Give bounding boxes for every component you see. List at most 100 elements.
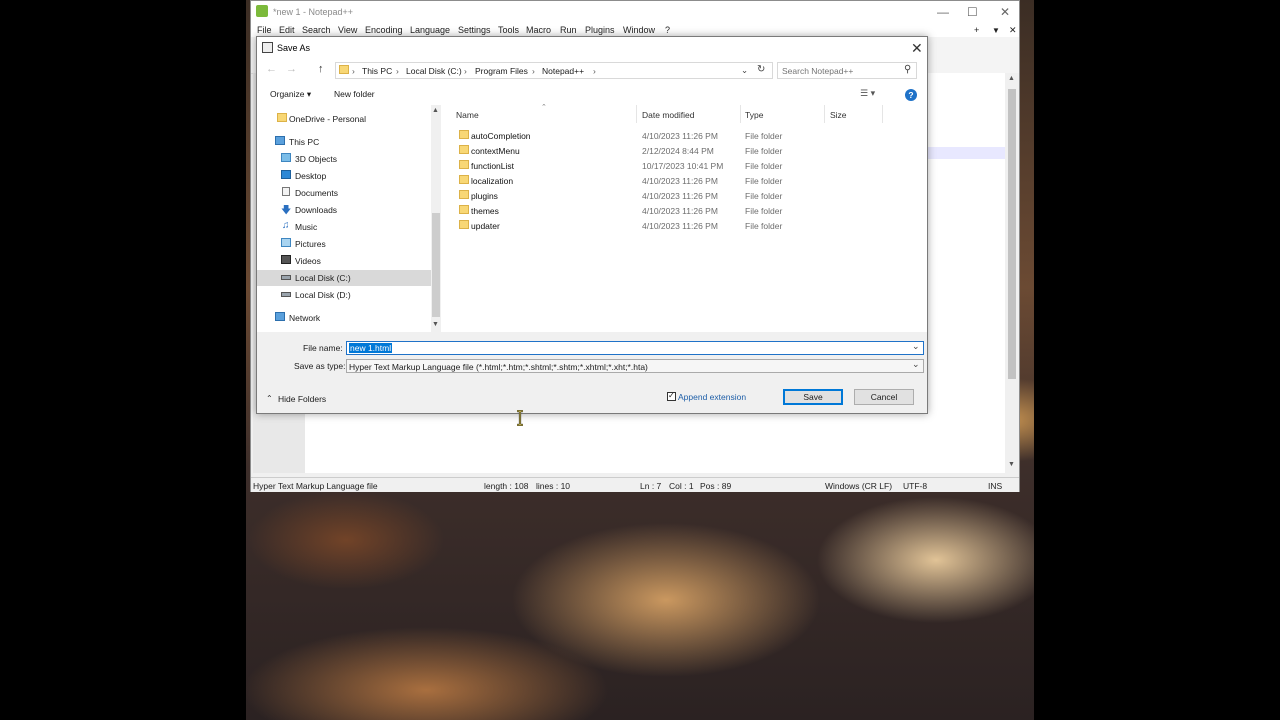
- refresh-icon[interactable]: ↻: [757, 64, 765, 75]
- close-tab-icon[interactable]: ✕: [1009, 25, 1017, 36]
- file-row[interactable]: contextMenu 2/12/2024 8:44 PM File folde…: [441, 143, 927, 158]
- cancel-button[interactable]: Cancel: [854, 389, 914, 405]
- nav-item-network[interactable]: Network: [257, 310, 431, 326]
- nav-item-this-pc[interactable]: This PC: [257, 134, 431, 150]
- file-row[interactable]: plugins 4/10/2023 11:26 PM File folder: [441, 188, 927, 203]
- close-window-icon[interactable]: ✕: [1000, 5, 1010, 19]
- column-header-date[interactable]: Date modified: [642, 110, 694, 120]
- nav-item-pictures[interactable]: Pictures: [257, 236, 431, 252]
- menu-macro[interactable]: Macro: [526, 25, 551, 35]
- column-header-size[interactable]: Size: [830, 110, 847, 120]
- column-header-name[interactable]: Name: [456, 110, 479, 120]
- menu-run[interactable]: Run: [560, 25, 577, 35]
- breadcrumb-this-pc[interactable]: This PC: [362, 66, 392, 76]
- search-input[interactable]: [782, 65, 900, 76]
- scroll-up-icon[interactable]: ▲: [1008, 75, 1015, 82]
- new-folder-button[interactable]: New folder: [334, 89, 375, 99]
- nav-item-local-disk-d[interactable]: Local Disk (D:): [257, 287, 431, 303]
- folder-icon: [459, 145, 469, 154]
- scroll-down-icon[interactable]: ▼: [1008, 461, 1015, 468]
- folder-icon: [459, 205, 469, 214]
- breadcrumb-program-files[interactable]: Program Files: [475, 66, 528, 76]
- network-icon: [275, 312, 285, 321]
- status-pos: Pos : 89: [700, 481, 732, 491]
- menu-settings[interactable]: Settings: [458, 25, 491, 35]
- status-col: Col : 1: [669, 481, 694, 491]
- save-type-select[interactable]: Hyper Text Markup Language file (*.html;…: [346, 359, 924, 373]
- organize-button[interactable]: Organize ▾: [270, 89, 311, 100]
- file-name-dropdown-icon[interactable]: ⌄: [912, 341, 920, 352]
- save-button[interactable]: Save: [783, 389, 843, 405]
- nav-item-onedrive[interactable]: OneDrive - Personal: [257, 111, 431, 127]
- status-ln: Ln : 7: [640, 481, 662, 491]
- nav-item-music[interactable]: ♫ Music: [257, 219, 431, 235]
- documents-icon: [282, 187, 290, 196]
- view-options-icon[interactable]: ☰ ▾: [860, 88, 875, 99]
- menu-search[interactable]: Search: [302, 25, 331, 35]
- up-arrow-icon[interactable]: ↑: [318, 63, 324, 75]
- menu-tools[interactable]: Tools: [498, 25, 519, 35]
- new-tab-icon[interactable]: +: [974, 25, 979, 35]
- nav-label: Network: [289, 313, 321, 323]
- nav-item-documents[interactable]: Documents: [257, 185, 431, 201]
- file-name: autoCompletion: [471, 131, 531, 141]
- column-separator[interactable]: [882, 105, 883, 123]
- menu-help[interactable]: ?: [665, 25, 670, 35]
- forward-arrow-icon[interactable]: →: [286, 63, 297, 75]
- file-row[interactable]: functionList 10/17/2023 10:41 PM File fo…: [441, 158, 927, 173]
- column-separator[interactable]: [824, 105, 825, 123]
- address-bar[interactable]: › This PC › Local Disk (C:) › Program Fi…: [335, 62, 773, 79]
- nav-item-3d-objects[interactable]: 3D Objects: [257, 151, 431, 167]
- folder-icon: [459, 130, 469, 139]
- scroll-up-icon[interactable]: ▲: [432, 107, 439, 114]
- breadcrumb-local-disk[interactable]: Local Disk (C:): [406, 66, 462, 76]
- nav-item-desktop[interactable]: Desktop: [257, 168, 431, 184]
- file-name-value: new 1.html: [349, 343, 393, 353]
- editor-scroll-thumb[interactable]: [1008, 89, 1016, 379]
- minimize-icon[interactable]: —: [937, 5, 949, 19]
- chevron-up-icon[interactable]: ⌃: [266, 394, 273, 403]
- file-type: File folder: [745, 146, 783, 156]
- file-name: updater: [471, 221, 500, 231]
- append-extension-label[interactable]: Append extension: [678, 392, 746, 402]
- menu-language[interactable]: Language: [410, 25, 450, 35]
- nav-item-local-disk-c[interactable]: Local Disk (C:): [257, 270, 431, 286]
- file-row[interactable]: updater 4/10/2023 11:26 PM File folder: [441, 218, 927, 233]
- append-extension-checkbox[interactable]: ✓: [667, 391, 676, 401]
- chevron-down-icon[interactable]: ⌄: [912, 359, 920, 370]
- file-row[interactable]: autoCompletion 4/10/2023 11:26 PM File f…: [441, 128, 927, 143]
- nav-item-downloads[interactable]: 🡇 Downloads: [257, 202, 431, 218]
- scroll-down-icon[interactable]: ▼: [432, 321, 439, 328]
- menu-file[interactable]: File: [257, 25, 272, 35]
- menu-window[interactable]: Window: [623, 25, 655, 35]
- back-arrow-icon[interactable]: ←: [266, 63, 277, 75]
- nav-pane-scroll-thumb[interactable]: [432, 213, 440, 317]
- help-icon[interactable]: ?: [905, 89, 917, 101]
- videos-icon: [281, 255, 291, 264]
- nav-label: Local Disk (C:): [295, 273, 351, 283]
- hide-folders-button[interactable]: Hide Folders: [278, 394, 326, 404]
- column-separator[interactable]: [636, 105, 637, 123]
- nav-label: Documents: [295, 188, 338, 198]
- tab-list-icon[interactable]: ▼: [992, 26, 1000, 35]
- 3d-objects-icon: [281, 153, 291, 162]
- breadcrumb-notepadpp[interactable]: Notepad++: [542, 66, 584, 76]
- menu-encoding[interactable]: Encoding: [365, 25, 403, 35]
- file-name: localization: [471, 176, 514, 186]
- file-row[interactable]: themes 4/10/2023 11:26 PM File folder: [441, 203, 927, 218]
- maximize-icon[interactable]: ☐: [967, 5, 978, 19]
- search-box[interactable]: ⚲: [777, 62, 917, 79]
- menu-view[interactable]: View: [338, 25, 357, 35]
- file-name-input[interactable]: new 1.html ⌄: [346, 341, 924, 355]
- nav-item-videos[interactable]: Videos: [257, 253, 431, 269]
- menu-plugins[interactable]: Plugins: [585, 25, 615, 35]
- file-date: 4/10/2023 11:26 PM: [642, 131, 718, 141]
- save-type-label: Save as type:: [294, 361, 346, 371]
- close-icon[interactable]: ✕: [911, 40, 923, 57]
- address-dropdown-icon[interactable]: ⌄: [741, 65, 748, 76]
- column-header-type[interactable]: Type: [745, 110, 763, 120]
- column-separator[interactable]: [740, 105, 741, 123]
- menu-edit[interactable]: Edit: [279, 25, 295, 35]
- file-row[interactable]: localization 4/10/2023 11:26 PM File fol…: [441, 173, 927, 188]
- folder-icon: [459, 220, 469, 229]
